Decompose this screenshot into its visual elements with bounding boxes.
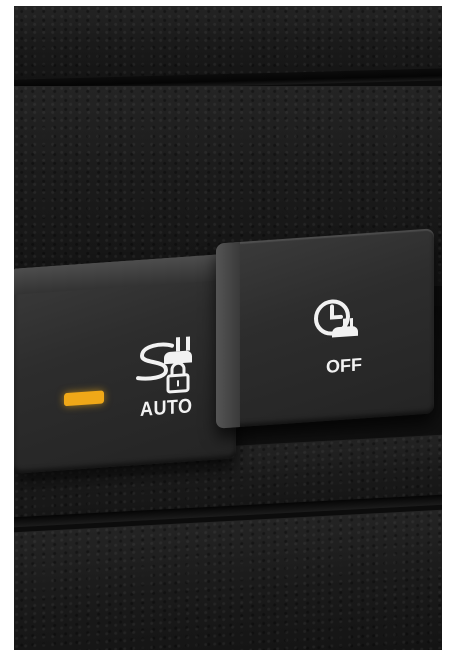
trim-panel-base bbox=[14, 509, 442, 650]
plug-lock-icon bbox=[132, 330, 202, 405]
timer-off-button[interactable]: OFF bbox=[216, 228, 434, 429]
off-label: OFF bbox=[326, 354, 362, 377]
clock-plug-icon bbox=[312, 295, 366, 353]
dashboard-photo: AUTO OFF bbox=[14, 6, 442, 650]
indicator-led bbox=[64, 390, 104, 407]
auto-charge-button[interactable]: AUTO bbox=[14, 253, 236, 474]
auto-label: AUTO bbox=[140, 395, 193, 421]
trim-panel-top bbox=[14, 6, 442, 80]
